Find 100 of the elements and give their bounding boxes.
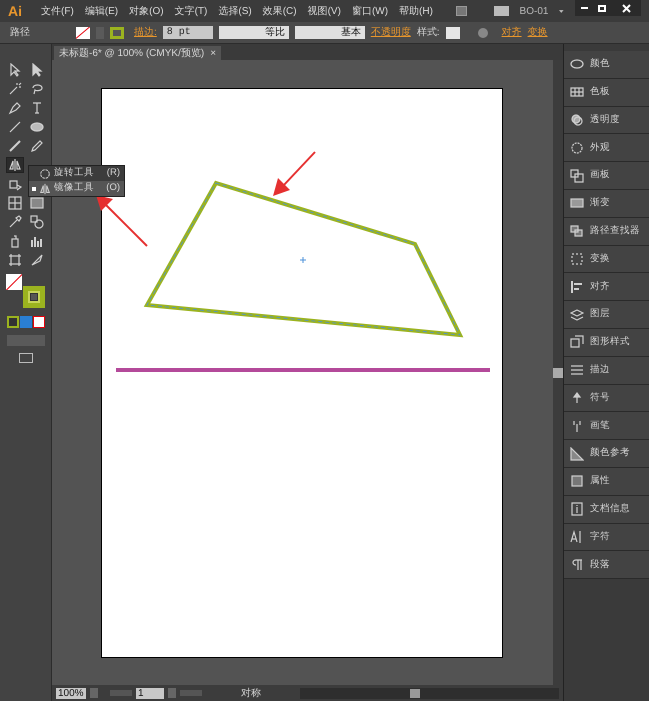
dotted-square-icon [570, 252, 584, 266]
line-icon [8, 120, 22, 134]
tool-button[interactable] [28, 195, 46, 211]
stroke-swatch[interactable] [22, 286, 44, 308]
reflect-icon [8, 158, 22, 172]
profile-dropdown[interactable]: 等比 [218, 26, 289, 39]
stroke-weight-field[interactable]: 8 pt [162, 26, 213, 39]
menu-item[interactable]: 效果(C) [262, 4, 297, 18]
palette-icon [570, 57, 584, 72]
panel-item[interactable]: 透明度 [564, 106, 649, 134]
zoom-field[interactable]: 100% [56, 688, 86, 698]
document-tab[interactable]: 未标题-6* @ 100% (CMYK/预览) × [54, 46, 222, 60]
layers-icon [570, 308, 584, 322]
arrow-icon [8, 63, 22, 77]
panel-item[interactable]: 字符 [564, 524, 649, 552]
stroke-label[interactable]: 描边: [134, 25, 157, 40]
center-point-icon [300, 256, 306, 264]
flyout-item[interactable]: 旋转工具 (R) [29, 166, 124, 181]
vertical-scrollbar[interactable] [553, 60, 563, 685]
pointer-arrow [273, 151, 316, 196]
menu-item[interactable]: 窗口(W) [352, 4, 388, 18]
panel-item[interactable]: 外观 [564, 134, 649, 162]
align-icon [570, 280, 584, 294]
mesh-icon [8, 196, 22, 210]
panel-item[interactable]: 变换 [564, 246, 649, 274]
panel-item[interactable]: 颜色 [564, 51, 649, 79]
square-icon [570, 474, 584, 488]
horizontal-scrollbar[interactable] [300, 688, 559, 698]
panel-item[interactable]: 颜色参考 [564, 440, 649, 468]
menu-item[interactable]: 帮助(H) [399, 4, 433, 18]
menu-item[interactable]: 编辑(E) [84, 4, 118, 18]
panel-item[interactable]: 图层 [564, 301, 649, 329]
bullet-icon [32, 186, 36, 190]
pencil-icon [30, 139, 44, 153]
panel-item[interactable]: 色板 [564, 78, 649, 107]
menu-item[interactable]: 视图(V) [308, 4, 341, 18]
tool-button[interactable] [6, 100, 24, 116]
tool-button[interactable] [28, 214, 46, 230]
menu-item[interactable]: 选择(S) [218, 4, 252, 18]
maximize-icon[interactable] [598, 4, 606, 12]
gradient-icon [570, 196, 584, 210]
arrow-icon [30, 63, 44, 77]
blend-icon [30, 215, 44, 229]
panel-item[interactable]: 段落 [564, 551, 649, 580]
tool-button[interactable] [6, 157, 24, 173]
brush-dropdown[interactable]: 基本 [294, 26, 365, 39]
tool-button[interactable] [6, 195, 24, 211]
flyout-item[interactable]: 镜像工具 (O) [29, 181, 124, 196]
eyedropper-icon [8, 215, 22, 229]
knife-icon [30, 253, 44, 267]
lasso-icon [30, 82, 44, 96]
window-controls[interactable] [575, 0, 641, 16]
lines-icon [570, 363, 584, 378]
panel-item[interactable]: 渐变 [564, 190, 649, 218]
align-link[interactable]: 对齐 [502, 25, 522, 40]
panel-item[interactable]: 文档信息 [564, 496, 649, 524]
close-icon[interactable] [622, 4, 630, 12]
menu-item[interactable]: 文字(T) [174, 4, 208, 18]
style-label: 样式: [416, 26, 440, 40]
document-title: 未标题-6* @ 100% (CMYK/预览) [59, 46, 204, 60]
panel-item[interactable]: 属性 [564, 468, 649, 496]
artboard-icon [8, 253, 22, 267]
panel-item[interactable]: 图形样式 [564, 328, 649, 357]
panel-item[interactable]: 符号 [564, 384, 649, 412]
pointer-arrow [96, 195, 148, 247]
transform-link[interactable]: 变换 [528, 25, 548, 40]
bridge-icon[interactable] [456, 6, 468, 16]
fill-swatch[interactable] [76, 26, 90, 38]
squares-icon [570, 168, 584, 183]
app-logo: Ai [8, 2, 22, 20]
screen-mode-icon[interactable] [18, 353, 32, 363]
pilcrow-icon [570, 558, 584, 572]
menu-item[interactable]: 文件(F) [41, 4, 74, 18]
globe-icon[interactable] [478, 28, 488, 38]
circles-icon [570, 112, 584, 127]
scroll-thumb[interactable] [410, 688, 420, 698]
artboard-field[interactable]: 1 [136, 688, 164, 698]
squares-icon [570, 224, 584, 238]
tab-close-button[interactable]: × [210, 46, 216, 60]
panel-item[interactable]: 路径查找器 [564, 218, 649, 246]
panel-item[interactable]: 对齐 [564, 273, 649, 302]
scroll-thumb[interactable] [553, 368, 563, 378]
panel-item[interactable]: 画笔 [564, 412, 649, 440]
none-mode-button[interactable] [32, 316, 44, 328]
style-swatch[interactable] [446, 26, 460, 38]
caret-icon[interactable] [559, 10, 564, 12]
triangle-icon [570, 446, 584, 461]
menu-item[interactable]: 对象(O) [129, 4, 164, 18]
column-graph-icon [30, 234, 44, 248]
workspace-switcher[interactable]: BO-01 [520, 4, 548, 18]
color-mode-button[interactable] [6, 316, 18, 328]
fill-swatch[interactable] [6, 274, 22, 290]
panel-item[interactable]: 描边 [564, 356, 649, 385]
selection-label: 路径 [10, 26, 31, 40]
rotate-icon [39, 166, 51, 180]
minimize-icon[interactable] [580, 7, 588, 9]
opacity-link[interactable]: 不透明度 [370, 25, 411, 40]
wand-icon [8, 82, 22, 96]
panel-item[interactable]: 画板 [564, 162, 649, 190]
stroke-swatch[interactable] [110, 26, 124, 38]
